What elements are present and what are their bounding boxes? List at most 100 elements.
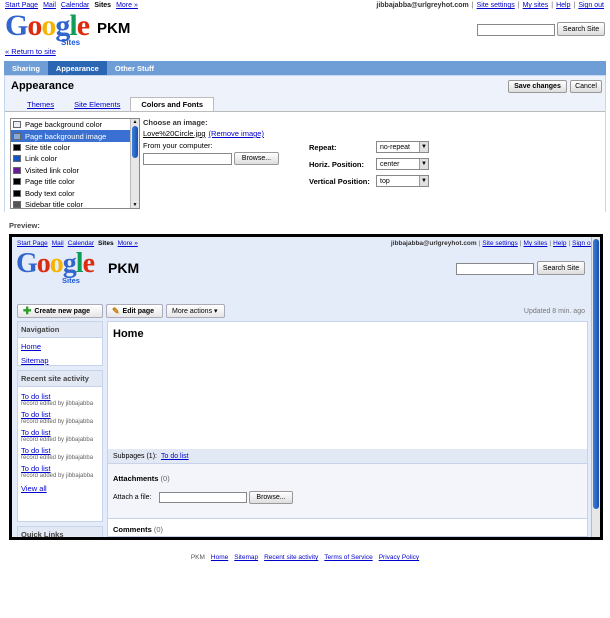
more-actions-button[interactable]: More actions ▾ [166, 304, 225, 318]
navigation-title: Navigation [18, 322, 102, 338]
preview-label: Preview: [9, 221, 40, 230]
navigation-box: Navigation Home Sitemap [17, 321, 103, 366]
help-link[interactable]: Help [556, 2, 570, 9]
element-list-item[interactable]: Sidebar title color [11, 199, 131, 208]
nav-start-page[interactable]: Start Page [5, 2, 38, 9]
choose-image-label: Choose an image: [143, 118, 208, 127]
option-select[interactable]: center ▼ [376, 158, 429, 170]
subtabs: Themes Site Elements Colors and Fonts [17, 97, 215, 111]
preview-my-sites[interactable]: My sites [524, 240, 548, 247]
element-list-item[interactable]: Link color [11, 153, 131, 164]
tab-sharing[interactable]: Sharing [4, 61, 48, 75]
footer-recent-activity-link[interactable]: Recent site activity [264, 554, 318, 561]
sign-out-link[interactable]: Sign out [578, 2, 604, 9]
tab-other-stuff[interactable]: Other Stuff [107, 61, 162, 75]
nav-mail[interactable]: Mail [43, 2, 56, 9]
activity-link[interactable]: To do list [21, 446, 51, 455]
preview-nav-mail[interactable]: Mail [52, 240, 64, 247]
element-listbox[interactable]: Page background color Page background ima… [10, 118, 140, 209]
current-image-file[interactable]: Love%20Circle.jpg [143, 129, 206, 138]
return-to-site-link[interactable]: « Return to site [5, 47, 56, 56]
preview-help[interactable]: Help [553, 240, 566, 247]
option-label: Repeat: [309, 143, 337, 152]
from-computer-label: From your computer: [143, 141, 213, 150]
element-list-item[interactable]: Site title color [11, 142, 131, 153]
subpages-bar: Subpages (1): To do list [108, 449, 587, 463]
site-title[interactable]: PKM [97, 20, 130, 37]
activity-link[interactable]: To do list [21, 464, 51, 473]
settings-tabbar: Sharing Appearance Other Stuff [4, 61, 606, 75]
preview-site-settings[interactable]: Site settings [482, 240, 517, 247]
account-email: jibbajabba@urlgreyhot.com [376, 2, 469, 9]
preview-scrollbar[interactable] [591, 237, 600, 537]
save-changes-button[interactable]: Save changes [508, 80, 567, 93]
subpages-label: Subpages (1): [113, 452, 157, 460]
activity-item: To do list record edited by jibbajabba [18, 446, 102, 461]
preview-top-nav: Start Page Mail Calendar Sites More » [17, 240, 138, 247]
attach-file-input[interactable] [159, 492, 247, 503]
element-list-label: Link color [25, 154, 58, 164]
subtab-colors-fonts[interactable]: Colors and Fonts [130, 97, 215, 111]
activity-link[interactable]: To do list [21, 428, 51, 437]
footer-sitemap-link[interactable]: Sitemap [234, 554, 258, 561]
subtab-site-elements[interactable]: Site Elements [64, 98, 130, 111]
nav-calendar[interactable]: Calendar [61, 2, 89, 9]
view-all-link[interactable]: View all [21, 484, 47, 493]
edit-page-button[interactable]: ✎ Edit page [106, 304, 163, 318]
preview-search-button[interactable]: Search Site [537, 261, 585, 275]
preview-nav-more[interactable]: More » [118, 240, 138, 247]
preview-site-title[interactable]: PKM [108, 260, 139, 276]
cancel-button[interactable]: Cancel [570, 80, 602, 93]
element-list-item[interactable]: Page background image [11, 130, 131, 142]
element-list-item[interactable]: Page title color [11, 176, 131, 187]
attach-browse-button[interactable]: Browse... [249, 491, 293, 504]
tab-appearance[interactable]: Appearance [47, 61, 107, 75]
element-list-item[interactable]: Visited link color [11, 165, 131, 176]
attachments-heading: Attachments (0) [113, 474, 170, 483]
activity-link[interactable]: To do list [21, 410, 51, 419]
preview-page-title: Home [113, 328, 144, 340]
create-page-button[interactable]: ✚ Create new page [17, 304, 103, 318]
preview-logo-sites: Sites [62, 276, 80, 285]
preview-logo[interactable]: Google Sites [16, 250, 95, 286]
chevron-down-icon: ▼ [419, 159, 428, 169]
file-path-input[interactable] [143, 153, 232, 165]
google-sites-logo[interactable]: Google Sites [5, 11, 90, 48]
element-list-item[interactable]: Body text color [11, 187, 131, 198]
subpage-link[interactable]: To do list [161, 453, 189, 460]
activity-link[interactable]: To do list [21, 392, 51, 401]
search-input[interactable] [477, 24, 555, 36]
option-select[interactable]: no-repeat ▼ [376, 141, 429, 153]
nav-home-link[interactable]: Home [21, 342, 41, 351]
nav-more[interactable]: More » [116, 2, 138, 9]
nav-sitemap-link[interactable]: Sitemap [21, 356, 49, 365]
my-sites-link[interactable]: My sites [523, 2, 549, 9]
color-swatch [13, 143, 21, 151]
footer-privacy-link[interactable]: Privacy Policy [379, 554, 419, 561]
activity-item: To do list record edited by jibbajabba [18, 392, 102, 407]
remove-image-link[interactable]: (Remove image) [209, 129, 264, 138]
activity-note: record added by jibbajabba [21, 473, 94, 479]
footer-home-link[interactable]: Home [211, 554, 228, 561]
nav-sites: Sites [94, 2, 112, 9]
browse-button[interactable]: Browse... [234, 152, 279, 165]
site-settings-link[interactable]: Site settings [477, 2, 515, 9]
activity-item: To do list record edited by jibbajabba [18, 410, 102, 425]
attachments-section: Attachments (0) Attach a file: Browse... [108, 463, 587, 519]
list-scrollbar[interactable]: ▲ ▼ [130, 119, 139, 208]
account-bar: jibbajabba@urlgreyhot.com | Site settings… [376, 2, 604, 9]
search-site-button[interactable]: Search Site [557, 22, 605, 36]
page-title: Appearance [11, 80, 74, 92]
footer-terms-link[interactable]: Terms of Service [324, 554, 372, 561]
logo-sites-label: Sites [61, 38, 81, 47]
activity-note: record edited by jibbajabba [21, 437, 94, 443]
element-list-label: Page background color [25, 120, 103, 130]
subtab-themes[interactable]: Themes [17, 98, 64, 111]
preview-frame: Start Page Mail Calendar Sites More » ji… [9, 234, 603, 540]
element-list-item[interactable]: Page background color [11, 119, 131, 130]
preview-search-input[interactable] [456, 263, 534, 275]
option-select[interactable]: top ▼ [376, 175, 429, 187]
preview-nav-calendar[interactable]: Calendar [68, 240, 94, 247]
chevron-down-icon: ▼ [419, 176, 428, 186]
preview-nav-start-page[interactable]: Start Page [17, 240, 48, 247]
